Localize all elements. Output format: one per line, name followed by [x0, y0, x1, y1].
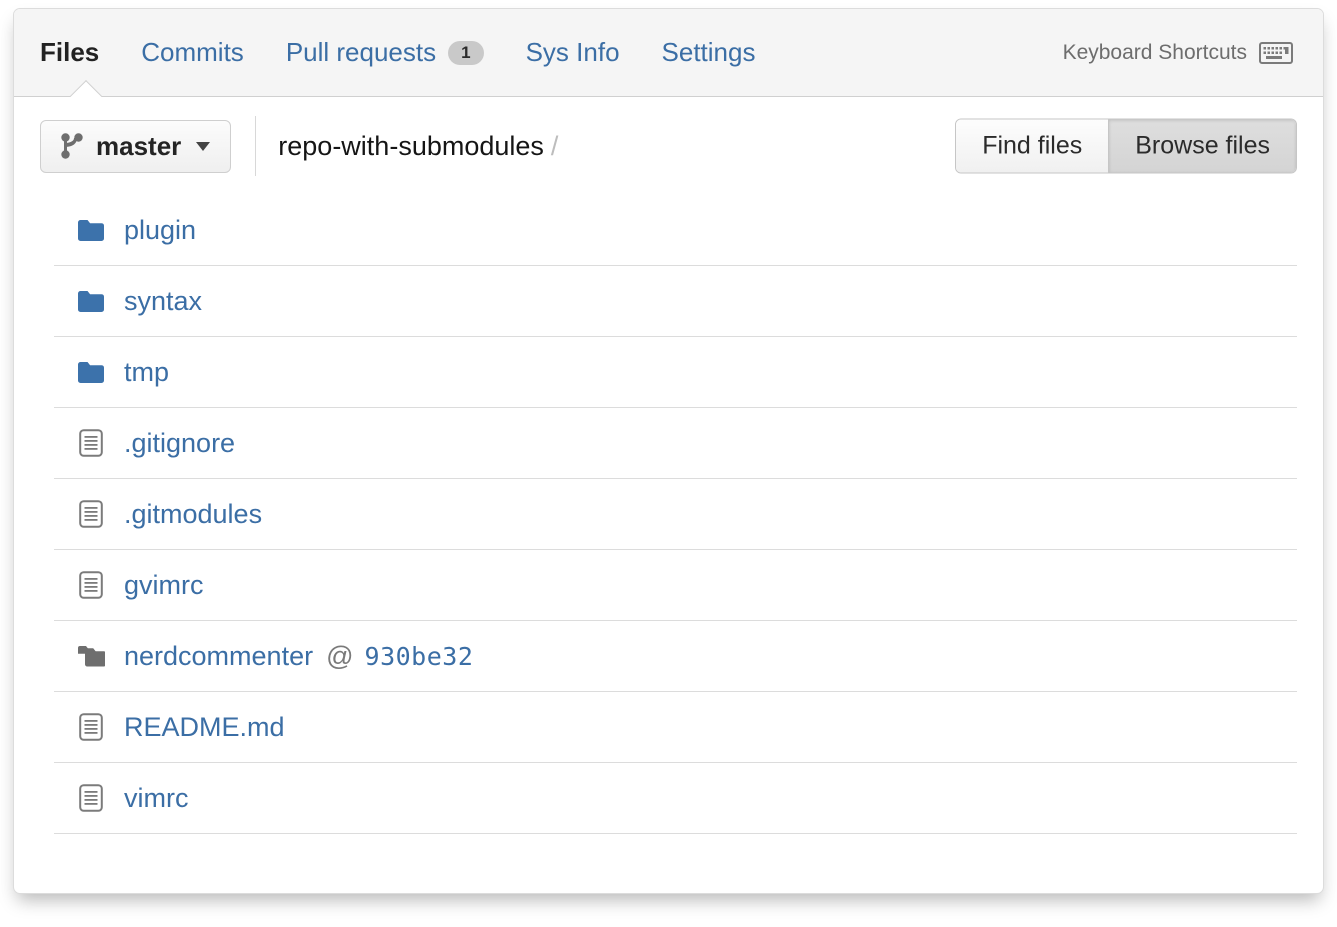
file-icon: [76, 712, 106, 742]
page-background: Files Commits Pull requests 1 Sys Info S…: [0, 0, 1337, 927]
repository-browser-card: Files Commits Pull requests 1 Sys Info S…: [13, 8, 1324, 894]
pull-requests-count-badge: 1: [448, 40, 484, 65]
file-icon: [76, 499, 106, 529]
find-files-button[interactable]: Find files: [956, 119, 1109, 173]
list-item[interactable]: gvimrc: [54, 550, 1297, 621]
active-tab-notch: [70, 80, 102, 97]
folder-icon: [76, 215, 106, 245]
list-item[interactable]: syntax: [54, 266, 1297, 337]
list-item[interactable]: plugin: [54, 195, 1297, 266]
tab-pull-requests[interactable]: Pull requests 1: [265, 9, 505, 96]
file-name-label: .gitignore: [124, 427, 236, 458]
file-icon: [76, 783, 106, 813]
keyboard-shortcuts-label: Keyboard Shortcuts: [1062, 40, 1247, 64]
file-name-label: plugin: [124, 214, 197, 245]
tab-sys-info-label: Sys Info: [525, 37, 620, 67]
file-name-label: .gitmodules: [124, 498, 263, 529]
list-item[interactable]: .gitignore: [54, 408, 1297, 479]
file-name-label: README.md: [124, 711, 285, 742]
file-list: plugin syntax tmp .gitignore .gitmodules…: [14, 195, 1323, 834]
submodule-commit-sha: 930be32: [364, 641, 474, 671]
submodule-icon: [76, 641, 106, 671]
keyboard-shortcuts-button[interactable]: Keyboard Shortcuts: [1063, 9, 1293, 96]
list-item[interactable]: vimrc: [54, 763, 1297, 834]
keyboard-icon: [1259, 41, 1293, 64]
tab-list: Files Commits Pull requests 1 Sys Info S…: [40, 9, 776, 96]
tab-sys-info[interactable]: Sys Info: [505, 9, 641, 96]
tab-commits[interactable]: Commits: [120, 9, 265, 96]
folder-icon: [76, 286, 106, 316]
list-item-submodule[interactable]: nerdcommenter @ 930be32: [54, 621, 1297, 692]
folder-icon: [76, 357, 106, 387]
tab-pull-requests-label: Pull requests: [285, 37, 437, 67]
view-mode-button-group: Find files Browse files: [955, 118, 1297, 174]
breadcrumb-repo-name[interactable]: repo-with-submodules: [278, 131, 544, 162]
breadcrumb: repo-with-submodules /: [278, 131, 558, 162]
tab-commits-label: Commits: [141, 37, 244, 67]
list-item[interactable]: .gitmodules: [54, 479, 1297, 550]
file-name-label: syntax: [124, 285, 203, 316]
file-name-label: tmp: [124, 356, 170, 387]
repo-toolbar: master repo-with-submodules / Find files…: [14, 97, 1323, 195]
git-branch-icon: [61, 133, 83, 159]
list-item[interactable]: README.md: [54, 692, 1297, 763]
file-name-label: vimrc: [124, 782, 189, 813]
tab-settings-label: Settings: [661, 37, 756, 67]
breadcrumb-separator: /: [550, 130, 559, 161]
chevron-down-icon: [196, 141, 211, 151]
branch-name-label: master: [96, 131, 182, 161]
browse-files-button[interactable]: Browse files: [1108, 119, 1296, 173]
submodule-name-label: nerdcommenter: [124, 640, 314, 671]
submodule-at-separator: @: [326, 640, 354, 671]
file-icon: [76, 428, 106, 458]
tab-bar: Files Commits Pull requests 1 Sys Info S…: [14, 9, 1323, 97]
file-icon: [76, 570, 106, 600]
tab-settings[interactable]: Settings: [641, 9, 777, 96]
branch-selector-button[interactable]: master: [40, 119, 232, 173]
file-name-label: gvimrc: [124, 569, 204, 600]
list-item[interactable]: tmp: [54, 337, 1297, 408]
toolbar-divider: [255, 116, 257, 176]
